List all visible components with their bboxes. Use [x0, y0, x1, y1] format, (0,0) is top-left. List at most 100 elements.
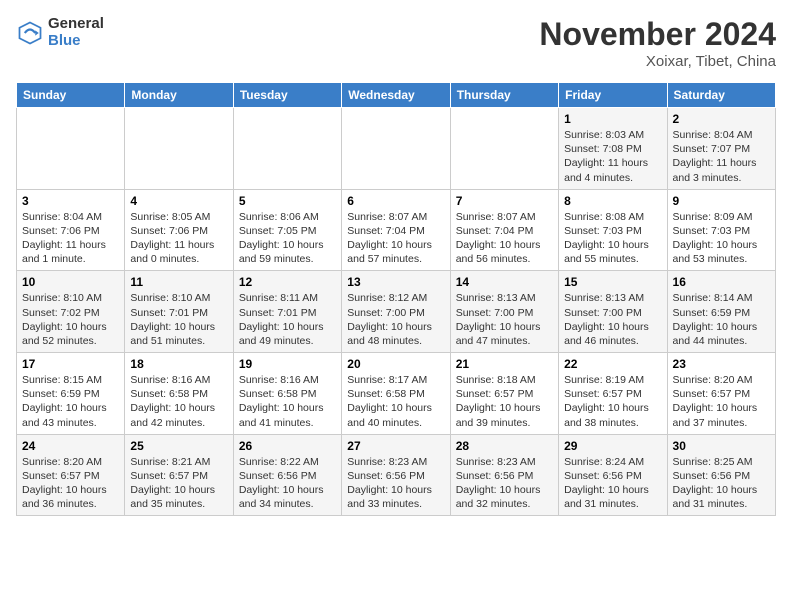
day-info: Sunrise: 8:19 AMSunset: 6:57 PMDaylight:… — [564, 373, 661, 430]
day-info: Sunrise: 8:23 AMSunset: 6:56 PMDaylight:… — [347, 455, 444, 512]
calendar-cell: 6 Sunrise: 8:07 AMSunset: 7:04 PMDaylight… — [342, 189, 450, 271]
calendar-cell: 15 Sunrise: 8:13 AMSunset: 7:00 PMDayligh… — [559, 271, 667, 353]
day-number: 13 — [347, 275, 444, 289]
calendar-cell: 3Sunrise: 8:04 AMSunset: 7:06 PMDaylight… — [17, 189, 125, 271]
day-info: Sunrise: 8:18 AMSunset: 6:57 PMDaylight:… — [456, 373, 553, 430]
day-info: Sunrise: 8:05 AMSunset: 7:06 PMDaylight:… — [130, 210, 227, 267]
col-header-saturday: Saturday — [667, 83, 775, 108]
day-number: 4 — [130, 194, 227, 208]
calendar-cell: 18 Sunrise: 8:16 AMSunset: 6:58 PMDayligh… — [125, 353, 233, 435]
day-info: Sunrise: 8:17 AMSunset: 6:58 PMDaylight:… — [347, 373, 444, 430]
day-info: Sunrise: 8:21 AMSunset: 6:57 PMDaylight:… — [130, 455, 227, 512]
day-number: 10 — [22, 275, 119, 289]
day-number: 8 — [564, 194, 661, 208]
calendar-cell: 21 Sunrise: 8:18 AMSunset: 6:57 PMDayligh… — [450, 353, 558, 435]
day-info: Sunrise: 8:11 AMSunset: 7:01 PMDaylight:… — [239, 291, 336, 348]
day-number: 27 — [347, 439, 444, 453]
day-info: Sunrise: 8:07 AMSunset: 7:04 PMDaylight:… — [456, 210, 553, 267]
day-number: 21 — [456, 357, 553, 371]
calendar-header: SundayMondayTuesdayWednesdayThursdayFrid… — [17, 83, 776, 108]
day-info: Sunrise: 8:03 AMSunset: 7:08 PMDaylight:… — [564, 128, 661, 185]
calendar-body: 1Sunrise: 8:03 AMSunset: 7:08 PMDaylight… — [17, 108, 776, 516]
day-number: 7 — [456, 194, 553, 208]
col-header-friday: Friday — [559, 83, 667, 108]
logo-line1: General — [48, 16, 104, 33]
day-info: Sunrise: 8:15 AMSunset: 6:59 PMDaylight:… — [22, 373, 119, 430]
calendar-cell: 10 Sunrise: 8:10 AMSunset: 7:02 PMDayligh… — [17, 271, 125, 353]
day-number: 28 — [456, 439, 553, 453]
day-number: 3 — [22, 194, 119, 208]
day-info: Sunrise: 8:14 AMSunset: 6:59 PMDaylight:… — [673, 291, 770, 348]
day-info: Sunrise: 8:22 AMSunset: 6:56 PMDaylight:… — [239, 455, 336, 512]
calendar-cell — [450, 108, 558, 190]
calendar-cell: 28 Sunrise: 8:23 AMSunset: 6:56 PMDayligh… — [450, 434, 558, 516]
calendar-cell: 1Sunrise: 8:03 AMSunset: 7:08 PMDaylight… — [559, 108, 667, 190]
day-info: Sunrise: 8:08 AMSunset: 7:03 PMDaylight:… — [564, 210, 661, 267]
day-number: 17 — [22, 357, 119, 371]
day-number: 14 — [456, 275, 553, 289]
col-header-tuesday: Tuesday — [233, 83, 341, 108]
day-number: 2 — [673, 112, 770, 126]
day-number: 30 — [673, 439, 770, 453]
calendar-cell: 8 Sunrise: 8:08 AMSunset: 7:03 PMDaylight… — [559, 189, 667, 271]
col-header-sunday: Sunday — [17, 83, 125, 108]
day-number: 19 — [239, 357, 336, 371]
day-number: 11 — [130, 275, 227, 289]
calendar-cell: 22 Sunrise: 8:19 AMSunset: 6:57 PMDayligh… — [559, 353, 667, 435]
day-number: 15 — [564, 275, 661, 289]
calendar-cell — [17, 108, 125, 190]
calendar-cell: 11Sunrise: 8:10 AMSunset: 7:01 PMDayligh… — [125, 271, 233, 353]
week-row-0: 1Sunrise: 8:03 AMSunset: 7:08 PMDaylight… — [17, 108, 776, 190]
calendar-cell: 14 Sunrise: 8:13 AMSunset: 7:00 PMDayligh… — [450, 271, 558, 353]
day-number: 9 — [673, 194, 770, 208]
day-info: Sunrise: 8:04 AMSunset: 7:07 PMDaylight:… — [673, 128, 770, 185]
day-info: Sunrise: 8:16 AMSunset: 6:58 PMDaylight:… — [239, 373, 336, 430]
week-row-3: 17 Sunrise: 8:15 AMSunset: 6:59 PMDayligh… — [17, 353, 776, 435]
calendar-cell: 17 Sunrise: 8:15 AMSunset: 6:59 PMDayligh… — [17, 353, 125, 435]
day-info: Sunrise: 8:13 AMSunset: 7:00 PMDaylight:… — [564, 291, 661, 348]
calendar-cell: 25 Sunrise: 8:21 AMSunset: 6:57 PMDayligh… — [125, 434, 233, 516]
calendar-cell: 5Sunrise: 8:06 AMSunset: 7:05 PMDaylight… — [233, 189, 341, 271]
calendar-cell — [125, 108, 233, 190]
day-info: Sunrise: 8:16 AMSunset: 6:58 PMDaylight:… — [130, 373, 227, 430]
day-number: 23 — [673, 357, 770, 371]
logo-icon — [16, 19, 44, 47]
calendar-cell: 4 Sunrise: 8:05 AMSunset: 7:06 PMDaylight… — [125, 189, 233, 271]
day-number: 6 — [347, 194, 444, 208]
day-info: Sunrise: 8:06 AMSunset: 7:05 PMDaylight:… — [239, 210, 336, 267]
day-info: Sunrise: 8:13 AMSunset: 7:00 PMDaylight:… — [456, 291, 553, 348]
day-number: 20 — [347, 357, 444, 371]
day-info: Sunrise: 8:10 AMSunset: 7:02 PMDaylight:… — [22, 291, 119, 348]
calendar-cell: 7 Sunrise: 8:07 AMSunset: 7:04 PMDaylight… — [450, 189, 558, 271]
day-number: 26 — [239, 439, 336, 453]
calendar-cell: 9Sunrise: 8:09 AMSunset: 7:03 PMDaylight… — [667, 189, 775, 271]
day-number: 25 — [130, 439, 227, 453]
logo-line2: Blue — [48, 33, 104, 50]
logo-text: General Blue — [48, 16, 104, 49]
day-info: Sunrise: 8:20 AMSunset: 6:57 PMDaylight:… — [673, 373, 770, 430]
calendar-cell: 26 Sunrise: 8:22 AMSunset: 6:56 PMDayligh… — [233, 434, 341, 516]
day-info: Sunrise: 8:24 AMSunset: 6:56 PMDaylight:… — [564, 455, 661, 512]
col-header-monday: Monday — [125, 83, 233, 108]
day-info: Sunrise: 8:23 AMSunset: 6:56 PMDaylight:… — [456, 455, 553, 512]
calendar-cell: 29 Sunrise: 8:24 AMSunset: 6:56 PMDayligh… — [559, 434, 667, 516]
logo: General Blue — [16, 16, 104, 49]
calendar-cell: 20 Sunrise: 8:17 AMSunset: 6:58 PMDayligh… — [342, 353, 450, 435]
day-number: 29 — [564, 439, 661, 453]
calendar-cell: 2 Sunrise: 8:04 AMSunset: 7:07 PMDaylight… — [667, 108, 775, 190]
day-number: 22 — [564, 357, 661, 371]
title-block: November 2024 Xoixar, Tibet, China — [539, 16, 776, 70]
day-number: 18 — [130, 357, 227, 371]
calendar-cell: 24Sunrise: 8:20 AMSunset: 6:57 PMDayligh… — [17, 434, 125, 516]
day-info: Sunrise: 8:12 AMSunset: 7:00 PMDaylight:… — [347, 291, 444, 348]
calendar-cell: 30Sunrise: 8:25 AMSunset: 6:56 PMDayligh… — [667, 434, 775, 516]
calendar-cell — [342, 108, 450, 190]
week-row-2: 10 Sunrise: 8:10 AMSunset: 7:02 PMDayligh… — [17, 271, 776, 353]
day-number: 12 — [239, 275, 336, 289]
day-number: 16 — [673, 275, 770, 289]
calendar-cell: 13 Sunrise: 8:12 AMSunset: 7:00 PMDayligh… — [342, 271, 450, 353]
calendar-cell — [233, 108, 341, 190]
day-info: Sunrise: 8:07 AMSunset: 7:04 PMDaylight:… — [347, 210, 444, 267]
week-row-4: 24Sunrise: 8:20 AMSunset: 6:57 PMDayligh… — [17, 434, 776, 516]
day-info: Sunrise: 8:20 AMSunset: 6:57 PMDaylight:… — [22, 455, 119, 512]
